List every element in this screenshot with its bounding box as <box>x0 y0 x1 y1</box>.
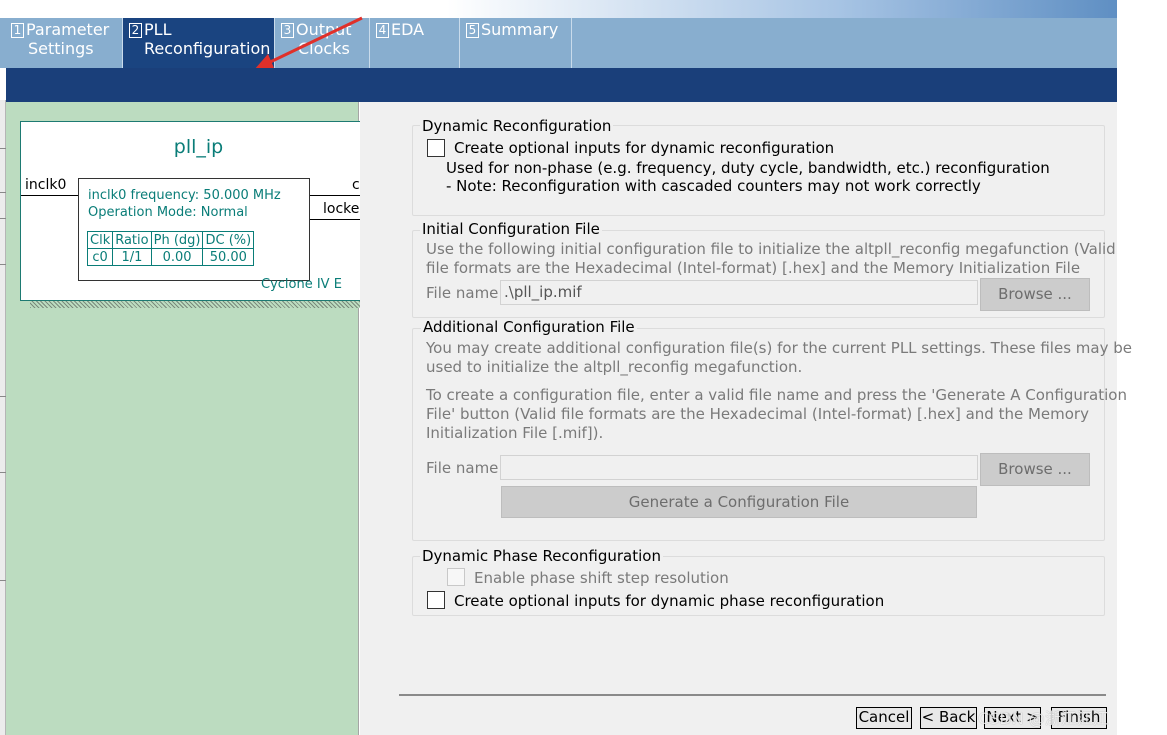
tab-number: 4 <box>376 23 389 38</box>
description-text: To create a configuration file, enter a … <box>426 386 1127 404</box>
tab-label: Settings <box>28 39 94 58</box>
group-title: Dynamic Phase Reconfiguration <box>420 547 663 565</box>
additional-file-input[interactable] <box>500 455 978 480</box>
tab-parameter-settings[interactable]: 1 Parameter Settings <box>5 18 123 68</box>
frequency-text: inclk0 frequency: 50.000 MHz <box>88 188 281 203</box>
back-button[interactable]: < Back <box>920 707 977 729</box>
file-name-label: File name: <box>426 284 504 302</box>
table-cell: 1/1 <box>112 248 152 266</box>
table-cell: 50.00 <box>202 248 255 266</box>
footer-separator <box>399 694 1106 696</box>
watermark: CSDN @浙江江江 <box>978 709 1109 728</box>
initial-file-input[interactable]: .\pll_ip.mif <box>500 280 978 305</box>
tab-label: EDA <box>391 20 425 39</box>
checkbox-label: Enable phase shift step resolution <box>474 569 729 587</box>
input-pin-label: inclk0 <box>25 177 67 193</box>
tab-label: Parameter <box>26 20 110 39</box>
checkbox-label: Create optional inputs for dynamic phase… <box>454 592 885 610</box>
additional-browse-button[interactable]: Browse ... <box>980 453 1090 486</box>
input-wire <box>21 195 78 196</box>
note-text: - Note: Reconfiguration with cascaded co… <box>446 177 981 195</box>
checkbox-label: Create optional inputs for dynamic recon… <box>454 139 835 157</box>
tab-summary[interactable]: 5 Summary <box>460 18 572 68</box>
note-text: Used for non-phase (e.g. frequency, duty… <box>446 159 1050 177</box>
table-row: c0 1/1 0.00 50.00 <box>86 248 255 266</box>
block-title: pll_ip <box>173 136 224 158</box>
dynamic-phase-checkbox[interactable] <box>427 591 445 609</box>
tab-number: 1 <box>11 23 24 38</box>
window-title-strip <box>0 0 1117 18</box>
tab-number: 5 <box>466 23 479 38</box>
tab-label: PLL <box>144 20 172 39</box>
tab-eda[interactable]: 4 EDA <box>370 18 460 68</box>
table-header: Ratio <box>112 231 152 249</box>
initial-browse-button[interactable]: Browse ... <box>980 278 1090 311</box>
description-text: File' button (Valid file formats are the… <box>426 405 1089 423</box>
mode-text: Operation Mode: Normal <box>88 205 248 220</box>
table-cell: 0.00 <box>150 248 204 266</box>
group-title: Dynamic Reconfiguration <box>420 117 614 135</box>
window-edge <box>1117 18 1167 735</box>
tab-label: Summary <box>481 20 559 39</box>
pll-block-diagram: pll_ip inclk0 frequency: 50.000 MHz Oper… <box>20 121 375 301</box>
cancel-button[interactable]: Cancel <box>856 707 912 729</box>
dynamic-reconfig-checkbox[interactable] <box>427 139 445 157</box>
description-text: used to initialize the altpll_reconfig m… <box>426 358 803 376</box>
nav-bar <box>6 68 1117 102</box>
table-header: Clk <box>86 231 114 249</box>
group-title: Initial Configuration File <box>420 220 602 238</box>
description-text: Use the following initial configuration … <box>426 240 1116 258</box>
tab-number: 2 <box>129 23 142 38</box>
clock-table: Clk Ratio Ph (dg) DC (%) c0 1/1 0.00 50.… <box>86 231 255 266</box>
group-title: Additional Configuration File <box>421 318 637 336</box>
description-text: You may create additional configuration … <box>426 339 1132 357</box>
phase-step-checkbox[interactable] <box>447 568 465 586</box>
table-cell: c0 <box>86 248 114 266</box>
table-header: Ph (dg) <box>150 231 204 249</box>
device-family-label: Cyclone IV E <box>261 277 342 292</box>
generate-config-button[interactable]: Generate a Configuration File <box>501 486 977 518</box>
file-name-label: File name: <box>426 459 504 477</box>
annotation-arrow <box>254 16 363 70</box>
description-text: Initialization File [.mif]). <box>426 424 604 442</box>
description-text: file formats are the Hexadecimal (Intel-… <box>426 259 1081 277</box>
block-info-box: inclk0 frequency: 50.000 MHz Operation M… <box>78 178 310 281</box>
table-header-row: Clk Ratio Ph (dg) DC (%) <box>86 231 255 249</box>
table-header: DC (%) <box>202 231 255 249</box>
